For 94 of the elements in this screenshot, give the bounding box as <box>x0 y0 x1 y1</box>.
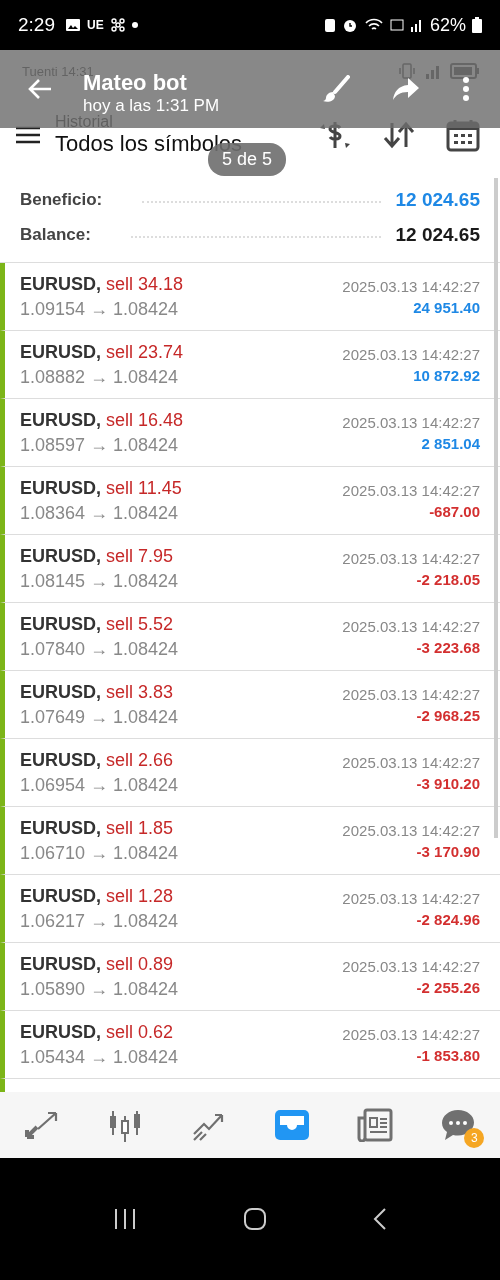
trade-symbol: EURUSD, <box>20 613 101 634</box>
inbox-icon <box>273 1109 310 1141</box>
back-arrow-icon[interactable] <box>27 77 53 101</box>
trade-profit: -2 255.26 <box>416 978 480 996</box>
trade-profit: -3 170.90 <box>416 842 480 860</box>
trade-volume: sell 1.85 <box>106 817 174 838</box>
notification-label: UE <box>87 18 104 32</box>
trade-time: 2025.03.13 14:42:27 <box>342 1025 480 1043</box>
unread-badge: 3 <box>464 1128 485 1148</box>
trade-symbol: EURUSD, <box>20 1021 101 1042</box>
battery-percent: 62% <box>429 14 466 36</box>
trade-symbol: EURUSD, <box>20 953 101 974</box>
trade-prices: 1.08597 → 1.08424 <box>20 434 180 456</box>
trade-profit: 10 872.92 <box>413 366 480 384</box>
summary-label: Beneficio: <box>20 189 103 210</box>
trade-symbol: EURUSD, <box>20 749 101 770</box>
trade-time: 2025.03.13 14:42:27 <box>342 617 480 635</box>
trade-profit: -3 223.68 <box>416 638 480 656</box>
candlestick-icon <box>107 1108 143 1142</box>
trade-symbol: EURUSD, <box>20 817 101 838</box>
trade-profit: -2 968.25 <box>416 706 480 724</box>
trade-symbol: EURUSD, <box>20 273 101 294</box>
trade-profit: -1 853.80 <box>416 1046 480 1064</box>
trade-row[interactable]: EURUSD, sell 0.89 1.05890 → 1.08424 2025.03.13 14:42:27 -2 255.26 <box>0 943 500 1011</box>
trade-volume: sell 1.28 <box>106 885 174 906</box>
image-icon <box>65 18 81 32</box>
trade-symbol: EURUSD, <box>20 545 101 566</box>
summary-label: Balance: <box>20 224 91 245</box>
trade-prices: 1.06710 → 1.08424 <box>20 842 179 864</box>
summary-value: 12 024.65 <box>395 223 480 246</box>
trade-symbol: EURUSD, <box>20 341 101 362</box>
fan-icon <box>109 17 126 33</box>
trade-volume: sell 7.95 <box>106 545 174 566</box>
dot-icon <box>131 22 138 28</box>
trade-row[interactable]: EURUSD, sell 0.62 1.05434 → 1.08424 2025.03.13 14:42:27 -1 853.80 <box>0 1011 500 1079</box>
trade-profit: 2 851.04 <box>421 434 480 452</box>
trade-row[interactable]: EURUSD, sell 1.28 1.06217 → 1.08424 2025.03.13 14:42:27 -2 824.96 <box>0 875 500 943</box>
trade-symbol: EURUSD, <box>20 885 101 906</box>
trade-volume: sell 34.18 <box>106 273 184 294</box>
trade-time: 2025.03.13 14:42:27 <box>342 821 480 839</box>
clock-time: 2:29 <box>18 14 55 36</box>
chat-bubble-icon <box>440 1108 477 1142</box>
back-icon[interactable] <box>373 1207 387 1231</box>
trade-prices: 1.08364 → 1.08424 <box>20 502 180 524</box>
trade-time: 2025.03.13 14:42:27 <box>342 345 480 363</box>
trade-prices: 1.09154 → 1.08424 <box>20 298 180 320</box>
trade-profit: 24 951.40 <box>413 298 480 316</box>
trade-time: 2025.03.13 14:42:27 <box>342 889 480 907</box>
trade-volume: sell 0.62 <box>106 1021 174 1042</box>
trade-volume: sell 0.89 <box>106 953 174 974</box>
trade-time: 2025.03.13 14:42:27 <box>342 685 480 703</box>
trade-prices: 1.07649 → 1.08424 <box>20 706 179 728</box>
menu-icon[interactable] <box>15 125 41 145</box>
trade-profit: -3 910.20 <box>416 774 480 792</box>
trade-symbol: EURUSD, <box>20 409 101 430</box>
trade-profit: -687.00 <box>429 502 480 520</box>
summary-value: 12 024.65 <box>395 188 480 211</box>
share-icon[interactable] <box>392 77 420 101</box>
trade-volume: sell 16.48 <box>106 409 184 430</box>
recent-apps-icon[interactable] <box>113 1208 137 1230</box>
trade-volume: sell 23.74 <box>106 341 184 362</box>
trade-time: 2025.03.13 14:42:27 <box>342 957 480 975</box>
trade-time: 2025.03.13 14:42:27 <box>342 413 480 431</box>
trade-prices: 1.08145 → 1.08424 <box>20 570 179 592</box>
trade-symbol: EURUSD, <box>20 681 101 702</box>
scrollbar[interactable] <box>494 178 498 838</box>
trade-volume: sell 2.66 <box>106 749 174 770</box>
trade-volume: sell 11.45 <box>106 477 182 498</box>
trade-time: 2025.03.13 14:42:27 <box>342 549 480 567</box>
newspaper-icon <box>356 1108 393 1142</box>
wifi-icon <box>363 17 384 33</box>
more-icon[interactable] <box>462 76 470 102</box>
trade-time: 2025.03.13 14:42:27 <box>342 753 480 771</box>
trade-profit: -2 218.05 <box>416 570 480 588</box>
battery-saver-icon <box>323 17 336 33</box>
trade-time: 2025.03.13 14:42:27 <box>342 481 480 499</box>
trade-prices: 1.06954 → 1.08424 <box>20 774 179 796</box>
brush-icon[interactable] <box>322 75 350 103</box>
trade-prices: 1.08882 → 1.08424 <box>20 366 180 388</box>
home-icon[interactable] <box>243 1207 267 1231</box>
battery-icon <box>472 17 482 33</box>
trade-symbol: EURUSD, <box>20 477 101 498</box>
signal-icon <box>409 17 424 33</box>
message-time: hoy a las 1:31 PM <box>83 96 221 116</box>
trade-profit: -2 824.96 <box>416 910 480 928</box>
trade-prices: 1.07840 → 1.08424 <box>20 638 179 660</box>
alarm-icon <box>341 17 358 33</box>
trade-time: 2025.03.13 14:42:27 <box>342 277 480 295</box>
trade-volume: sell 5.52 <box>106 613 174 634</box>
trade-prices: 1.06217 → 1.08424 <box>20 910 179 932</box>
diagonal-arrows-icon <box>23 1109 60 1141</box>
trade-volume: sell 3.83 <box>106 681 174 702</box>
trade-prices: 1.05890 → 1.08424 <box>20 978 179 1000</box>
trade-prices: 1.05434 → 1.08424 <box>20 1046 179 1068</box>
